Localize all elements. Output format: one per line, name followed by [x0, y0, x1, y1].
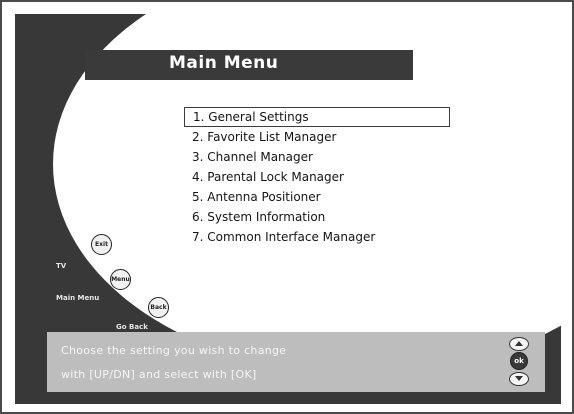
- menu-item-common-interface-manager[interactable]: 7. Common Interface Manager: [184, 227, 450, 247]
- menu-key-label: Main Menu: [56, 294, 100, 302]
- up-arrow-icon[interactable]: [509, 337, 529, 351]
- menu-item-channel-manager[interactable]: 3. Channel Manager: [184, 147, 450, 167]
- exit-key-label: TV: [56, 262, 67, 270]
- menu-item-system-information[interactable]: 6. System Information: [184, 207, 450, 227]
- menu-item-favorite-list-manager[interactable]: 2. Favorite List Manager: [184, 127, 450, 147]
- down-arrow-icon[interactable]: [509, 372, 529, 386]
- main-menu-list: 1. General Settings 2. Favorite List Man…: [184, 107, 450, 247]
- menu-item-general-settings[interactable]: 1. General Settings: [184, 107, 450, 127]
- menu-key-icon[interactable]: Menu: [110, 269, 131, 290]
- help-box: Choose the setting you wish to change wi…: [47, 332, 545, 392]
- ok-icon[interactable]: ok: [510, 352, 528, 370]
- back-key-icon[interactable]: Back: [148, 297, 169, 318]
- navigation-keys: ok: [507, 337, 533, 387]
- title-bar: Main Menu: [85, 50, 413, 80]
- page-title: Main Menu: [169, 53, 279, 73]
- help-text-line-2: with [UP/DN] and select with [OK]: [61, 368, 257, 381]
- exit-key-icon[interactable]: Exit: [91, 234, 112, 255]
- menu-item-parental-lock-manager[interactable]: 4. Parental Lock Manager: [184, 167, 450, 187]
- menu-item-antenna-positioner[interactable]: 5. Antenna Positioner: [184, 187, 450, 207]
- help-text-line-1: Choose the setting you wish to change: [61, 344, 287, 357]
- back-key-label: Go Back: [116, 323, 148, 331]
- osd-screen: Main Menu 1. General Settings 2. Favorit…: [15, 14, 561, 404]
- tv-frame: Main Menu 1. General Settings 2. Favorit…: [0, 0, 574, 414]
